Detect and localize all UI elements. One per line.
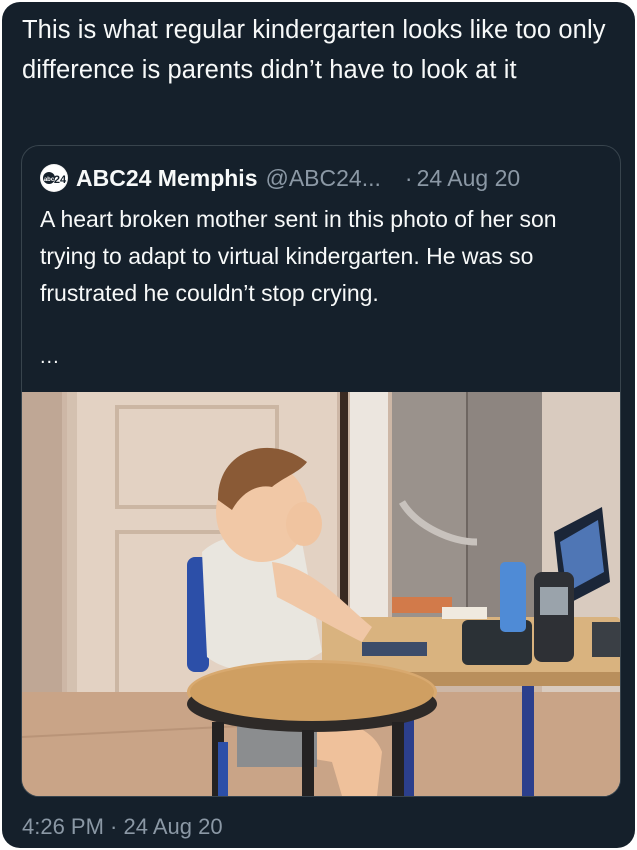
quote-date[interactable]: 24 Aug 20	[417, 165, 521, 192]
show-more-ellipsis[interactable]: ...	[40, 346, 60, 369]
tweet-card[interactable]: This is what regular kindergarten looks …	[2, 2, 635, 848]
author-handle[interactable]: @ABC24...	[265, 165, 380, 192]
tweet-text: This is what regular kindergarten looks …	[22, 16, 606, 84]
avatar[interactable]: abc 24	[40, 164, 68, 192]
abc24-logo-icon: abc 24	[41, 165, 67, 191]
tweet-photo[interactable]	[22, 392, 620, 796]
tweet-timestamp[interactable]: 4:26 PM · 24 Aug 20	[22, 814, 223, 840]
separator-dot: ·	[404, 164, 413, 191]
avatar-text: 24	[54, 174, 67, 186]
author-name[interactable]: ABC24 Memphis	[76, 165, 257, 192]
quoted-tweet-text: A heart broken mother sent in this photo…	[40, 206, 557, 306]
quoted-tweet-header: abc 24 ABC24 Memphis @ABC24... · 24 Aug …	[40, 160, 610, 196]
quoted-tweet[interactable]: abc 24 ABC24 Memphis @ABC24... · 24 Aug …	[21, 145, 621, 797]
